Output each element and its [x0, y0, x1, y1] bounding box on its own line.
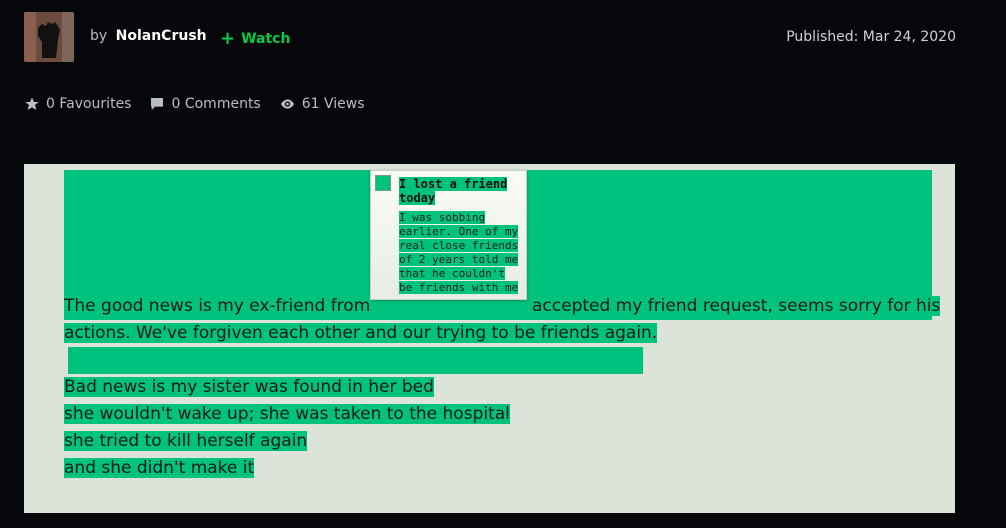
- favourites-count: 0 Favourites: [46, 96, 132, 112]
- author-line: by NolanCrush: [90, 28, 207, 44]
- stats-bar: 0 Favourites 0 Comments 61 Views: [24, 96, 365, 112]
- card-body: I was sobbing earlier. One of my real cl…: [399, 211, 519, 294]
- embedded-journal-card[interactable]: I lost a friend today I was sobbing earl…: [370, 170, 527, 300]
- star-icon: [25, 97, 39, 110]
- watch-button[interactable]: + Watch: [220, 27, 291, 49]
- user-avatar[interactable]: [24, 12, 74, 62]
- published-date: Published: Mar 24, 2020: [786, 29, 956, 45]
- eye-icon: [280, 99, 294, 109]
- content-line-6: and she didn't make it: [64, 458, 255, 478]
- content-line-5: she tried to kill herself again: [64, 431, 308, 451]
- favourites-stat[interactable]: 0 Favourites: [24, 96, 131, 112]
- card-title: I lost a friend today: [399, 177, 508, 205]
- views-stat: 61 Views: [279, 96, 365, 112]
- content-line-1a: The good news is my ex-friend from: [64, 296, 371, 316]
- author-username[interactable]: NolanCrush: [116, 28, 207, 44]
- comments-count: 0 Comments: [171, 96, 261, 112]
- content-line-1b: accepted my friend request, seems sorry …: [532, 296, 941, 316]
- views-count: 61 Views: [301, 96, 365, 112]
- content-line-2: actions. We've forgiven each other and o…: [64, 323, 658, 343]
- plus-icon: +: [220, 28, 236, 49]
- checkbox-icon: [375, 175, 391, 191]
- by-label: by: [90, 28, 108, 44]
- deviation-header: by NolanCrush + Watch Published: Mar 24, …: [0, 0, 1006, 75]
- content-line-4: she wouldn't wake up; she was taken to t…: [64, 404, 510, 424]
- content-line-3: Bad news is my sister was found in her b…: [64, 377, 434, 397]
- highlight-gap: [68, 347, 643, 374]
- comments-stat[interactable]: 0 Comments: [149, 96, 261, 112]
- comment-icon: [151, 98, 164, 110]
- content-panel: I lost a friend today I was sobbing earl…: [24, 164, 955, 513]
- watch-label: Watch: [241, 31, 291, 47]
